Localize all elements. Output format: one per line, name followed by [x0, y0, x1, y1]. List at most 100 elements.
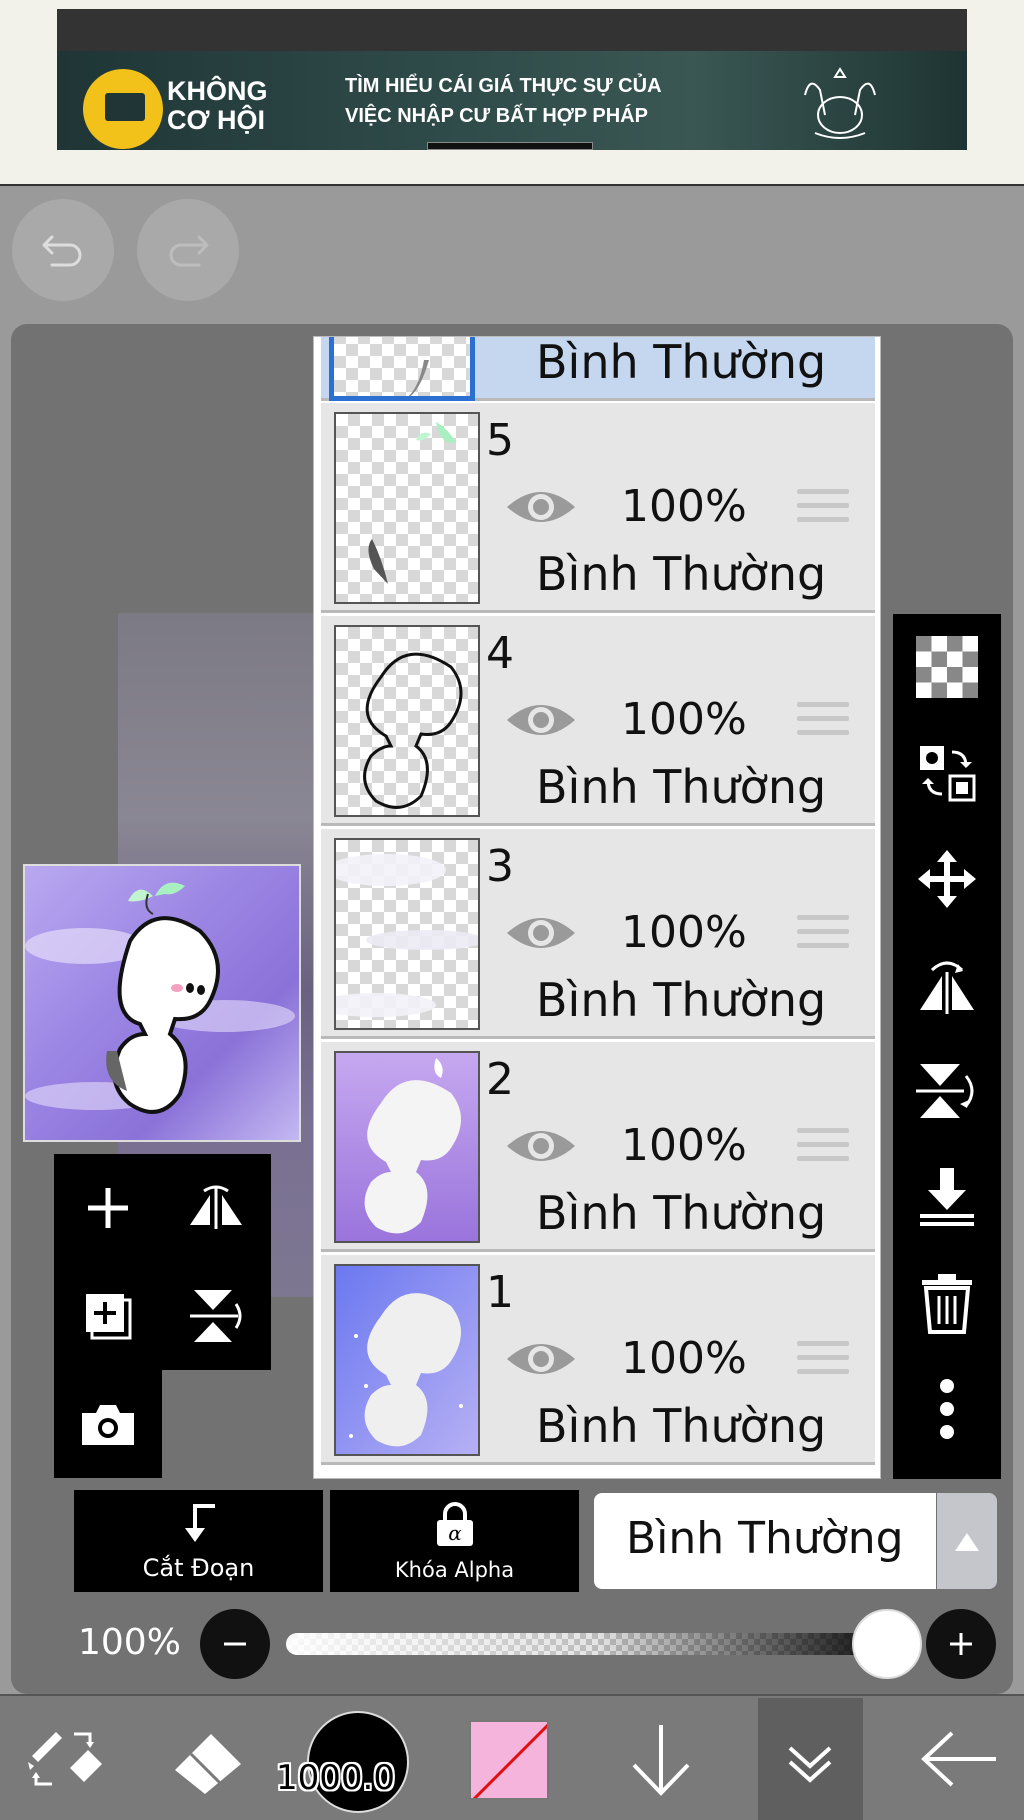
- layer-tool-grid: [54, 1154, 271, 1370]
- blend-mode-value: Bình Thường: [626, 1513, 904, 1564]
- layer-name: 5: [486, 415, 514, 466]
- layer-row-1[interactable]: 1 100% Bình Thường: [321, 1255, 875, 1465]
- layer-thumbnail-drawing: [336, 1266, 478, 1454]
- duplicate-layer-button[interactable]: [54, 1262, 162, 1370]
- clipping-button[interactable]: Cắt Đoạn: [74, 1490, 323, 1592]
- transparent-fill-button[interactable]: [893, 614, 1001, 720]
- layer-blend-mode: Bình Thường: [536, 336, 827, 389]
- layer-thumbnail: [334, 625, 480, 817]
- undo-icon: [42, 235, 82, 267]
- layer-blend-mode: Bình Thường: [536, 1399, 827, 1453]
- drag-handle-icon[interactable]: [797, 1341, 849, 1385]
- layer-row-5[interactable]: 5 100% Bình Thường: [321, 403, 875, 613]
- flip-layer-vertical-button[interactable]: [162, 1262, 270, 1370]
- eraser-icon: [175, 1734, 241, 1794]
- layer-right-toolbar: [893, 614, 1001, 1479]
- more-options-button[interactable]: [893, 1356, 1001, 1462]
- flip-vertical-icon: [916, 1064, 974, 1118]
- opacity-increase-button[interactable]: [926, 1609, 996, 1679]
- visibility-eye-icon[interactable]: [503, 1122, 579, 1170]
- blend-mode-select[interactable]: Bình Thường: [594, 1493, 936, 1589]
- camera-icon: [82, 1405, 134, 1445]
- ad-text: TÌM HIỂU CÁI GIÁ THỰC SỰ CỦA VIỆC NHẬP C…: [345, 71, 662, 131]
- layer-blend-mode: Bình Thường: [536, 547, 827, 601]
- lock-icon: α: [436, 1502, 473, 1546]
- svg-text:α: α: [448, 1521, 462, 1545]
- delete-layer-button[interactable]: [893, 1250, 1001, 1356]
- layer-opacity: 100%: [621, 907, 747, 958]
- layer-thumbnail: [329, 337, 475, 401]
- flip-horizontal-button[interactable]: [893, 932, 1001, 1038]
- visibility-eye-icon[interactable]: [503, 909, 579, 957]
- swap-layer-button[interactable]: [893, 720, 1001, 826]
- flip-vertical-button[interactable]: [893, 1038, 1001, 1144]
- ad-brand: KHÔNG CƠ HỘI: [167, 77, 268, 135]
- visibility-eye-icon[interactable]: [503, 1335, 579, 1383]
- minus-icon: [224, 1642, 246, 1646]
- ad-banner-top: [57, 9, 967, 51]
- more-vertical-icon: [940, 1379, 954, 1439]
- layer-blend-mode: Bình Thường: [536, 1186, 827, 1240]
- tool-switch-button[interactable]: [20, 1696, 110, 1820]
- opacity-decrease-button[interactable]: [200, 1609, 270, 1679]
- eraser-button[interactable]: [164, 1696, 254, 1820]
- coat-of-arms-icon: [804, 67, 876, 139]
- layers-panel-toggle[interactable]: [758, 1698, 863, 1820]
- layer-thumbnail: [334, 1264, 480, 1456]
- layer-thumbnail-drawing: [336, 854, 478, 1017]
- swap-icon: [920, 746, 976, 802]
- flip-layer-horizontal-button[interactable]: [162, 1154, 270, 1262]
- layer-thumbnail-drawing: [408, 360, 429, 396]
- arrow-down-icon: [632, 1725, 690, 1796]
- drag-handle-icon[interactable]: [797, 1128, 849, 1172]
- undo-button[interactable]: [12, 199, 114, 301]
- arrow-left-icon: [921, 1731, 996, 1787]
- layer-thumbnail: [334, 1051, 480, 1243]
- move-down-button[interactable]: [616, 1696, 706, 1820]
- ad-banner-area: KHÔNG CƠ HỘI TÌM HIỂU CÁI GIÁ THỰC SỰ CỦ…: [0, 0, 1024, 186]
- ad-banner[interactable]: KHÔNG CƠ HỘI TÌM HIỂU CÁI GIÁ THỰC SỰ CỦ…: [57, 9, 967, 150]
- layer-row-4[interactable]: 4 100% Bình Thường: [321, 616, 875, 826]
- flip-horizontal-icon: [920, 961, 974, 1014]
- blend-mode-dropdown-button[interactable]: [937, 1493, 997, 1589]
- double-chevron-down-icon: [788, 1746, 832, 1783]
- ad-banner-body: KHÔNG CƠ HỘI TÌM HIỂU CÁI GIÁ THỰC SỰ CỦ…: [57, 51, 967, 150]
- camera-button[interactable]: [54, 1370, 162, 1478]
- drag-handle-icon[interactable]: [797, 489, 849, 533]
- layer-name: 1: [486, 1267, 514, 1318]
- add-layer-button[interactable]: [54, 1154, 162, 1262]
- drag-handle-icon[interactable]: [797, 915, 849, 959]
- ad-brand-line1: KHÔNG: [167, 76, 268, 106]
- canvas-preview-drawing: [25, 882, 295, 1114]
- ad-strip: [427, 142, 593, 150]
- redo-button[interactable]: [137, 199, 239, 301]
- layer-opacity: 100%: [621, 481, 747, 532]
- ad-logo-icon: [83, 69, 163, 149]
- layer-name: 4: [486, 628, 514, 679]
- alpha-lock-button[interactable]: α Khóa Alpha: [330, 1490, 579, 1592]
- ad-text-line2: VIỆC NHẬP CƯ BẤT HỢP PHÁP: [345, 105, 648, 127]
- visibility-eye-icon[interactable]: [503, 483, 579, 531]
- layers-list[interactable]: Bình Thường 5 100% Bình Thường 4 100% Bì…: [313, 336, 881, 1479]
- layer-name: 3: [486, 841, 514, 892]
- layer-row-2[interactable]: 2 100% Bình Thường: [321, 1042, 875, 1252]
- layer-row-selected[interactable]: Bình Thường: [321, 336, 875, 401]
- move-icon: [918, 850, 976, 908]
- layer-row-3[interactable]: 3 100% Bình Thường: [321, 829, 875, 1039]
- back-button[interactable]: [910, 1696, 1010, 1820]
- alpha-lock-label: Khóa Alpha: [394, 1558, 515, 1582]
- layer-opacity: 100%: [621, 1120, 747, 1171]
- opacity-slider-knob[interactable]: [852, 1609, 922, 1679]
- drag-handle-icon[interactable]: [797, 702, 849, 746]
- plus-icon: [950, 1633, 972, 1655]
- duplicate-icon: [86, 1294, 132, 1340]
- opacity-slider-track[interactable]: [286, 1633, 906, 1655]
- visibility-eye-icon[interactable]: [503, 696, 579, 744]
- ad-text-line1: TÌM HIỂU CÁI GIÁ THỰC SỰ CỦA: [345, 75, 662, 97]
- layer-thumbnail-drawing: [368, 422, 456, 584]
- move-layer-button[interactable]: [893, 826, 1001, 932]
- canvas-preview[interactable]: [23, 864, 301, 1142]
- color-swatch-button[interactable]: [469, 1720, 549, 1800]
- merge-down-button[interactable]: [893, 1144, 1001, 1250]
- layer-thumbnail-drawing: [363, 652, 463, 809]
